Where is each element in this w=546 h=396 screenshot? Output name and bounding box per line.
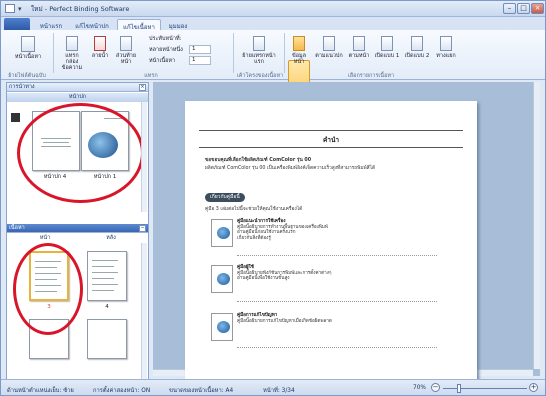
cover-layout-button[interactable]: ตามแนวปก <box>313 36 345 59</box>
page-number-icon <box>120 36 132 51</box>
insert-text-box-button[interactable]: แทรกกล่อง ข้อความ <box>59 36 85 71</box>
section-heading: เกี่ยวกับคู่มือนี้ <box>205 193 245 202</box>
watermark-button[interactable]: ลายน้ำ <box>89 36 111 59</box>
tab-home[interactable]: หน้าแรก <box>35 19 67 30</box>
highlight-circle-content <box>13 243 83 335</box>
pages-spin-input-2[interactable]: 1 <box>189 56 211 65</box>
status-page-number: หน้าที่: 3/34 <box>263 388 295 394</box>
window-title: ใหม่ - Perfect Binding Software <box>31 5 130 13</box>
pane-close-icon[interactable]: × <box>139 84 146 91</box>
status-paper-size: ขนาดของหน้าเนื้อหา: A4 <box>169 388 234 394</box>
section-subtext: คู่มือ 3 เล่มต่อไปนี้จะช่วยให้คุณใช้งานเ… <box>205 207 303 212</box>
status-bar: ด้านหน้าตำแหน่งเย็บ: ซ้าย การตั้งค่าสองห… <box>1 379 545 395</box>
single-page-icon <box>293 36 305 51</box>
text-box-icon <box>66 36 78 51</box>
insert-page-icon <box>253 36 265 51</box>
page-layout-icon <box>353 36 365 51</box>
content-pane-collapse-icon[interactable]: − <box>139 225 146 232</box>
navigation-header: การนำทาง <box>7 83 148 92</box>
content-tab-front[interactable]: หน้า <box>11 234 79 243</box>
document-title: คำนำ <box>322 136 340 144</box>
zoom-slider-thumb[interactable] <box>457 384 461 393</box>
intro-line-2: ผลิตภัณฑ์ ComColor รุ่น 00 เป็นเครื่องพิ… <box>205 166 376 171</box>
ribbon-tabs: หน้าแรก แก้ไขหน้าปก แก้ไขเนื้อหา มุมมอง <box>1 17 545 31</box>
content-scrollbar[interactable] <box>141 243 147 379</box>
fork-layout-button[interactable]: ทางแยก <box>433 36 459 59</box>
manual-3-image <box>211 313 233 341</box>
watermark-icon <box>94 36 106 51</box>
status-duplex: การตั้งค่าสองหน้า: ON <box>93 388 151 394</box>
open-type-1-icon <box>381 36 393 51</box>
title-bar: ▾ ใหม่ - Perfect Binding Software – □ × <box>1 1 545 17</box>
pages-spin-input-1[interactable]: 1 <box>189 45 211 54</box>
page-number-format-label[interactable]: ประทับหน้าที่: <box>149 35 181 43</box>
page-content-button[interactable]: หน้าเนื้อหา <box>11 36 45 60</box>
zoom-slider[interactable] <box>443 388 527 389</box>
group-label-layout: เค้าโครงของเนื้อหา <box>236 73 284 79</box>
page-icon <box>21 36 35 52</box>
minimize-button[interactable]: – <box>503 3 516 14</box>
manual-3-text: คู่มือการแก้ไขปัญหา คู่มือนี้อธิบายการแก… <box>237 313 332 324</box>
zoom-out-icon[interactable]: − <box>431 383 440 392</box>
group-label-select: เลือกรายการเนื้อหา <box>347 73 395 79</box>
maximize-button[interactable]: □ <box>517 3 530 14</box>
manual-1-text: คู่มือแนะนำการใช้เครื่อง คู่มือนี้อธิบาย… <box>237 219 328 241</box>
quick-access-dropdown-icon[interactable]: ▾ <box>18 5 22 13</box>
open-type-2-icon <box>411 36 423 51</box>
tab-edit-cover[interactable]: แก้ไขหน้าปก <box>71 19 113 30</box>
cover-scrollbar[interactable] <box>141 102 147 212</box>
close-button[interactable]: × <box>531 3 544 14</box>
content-pane-header: เนื้อหา <box>7 224 148 233</box>
open-type-1-button[interactable]: เปิดแบบ 1 <box>373 36 401 59</box>
manual-2-text: คู่มือผู้ใช้ คู่มือนี้อธิบายฟังก์ชันการพ… <box>237 265 332 281</box>
content-page-4-label: 4 <box>105 304 109 310</box>
page-layout-button[interactable]: ตามหน้า <box>347 36 371 59</box>
file-menu-button[interactable] <box>4 18 30 30</box>
tab-view[interactable]: มุมมอง <box>165 19 191 30</box>
save-icon[interactable] <box>5 4 15 13</box>
status-zoom-level: 70% <box>413 385 426 391</box>
cover-layout-icon <box>323 36 335 51</box>
insert-first-page-button[interactable]: ย้ายแทรกหน้าแรก <box>239 36 279 65</box>
ribbon: หน้าเนื้อหา แทรกกล่อง ข้อความ ลายน้ำ ส่ว… <box>1 30 545 100</box>
pages-per-sheet-label: หลายหน้าหนึ่ง <box>149 47 183 53</box>
status-binding-side: ด้านหน้าตำแหน่งเย็บ: ซ้าย <box>7 388 74 394</box>
intro-line-1: ขอขอบคุณที่เลือกใช้ผลิตภัณฑ์ ComColor รุ… <box>205 158 312 163</box>
content-page-6-thumbnail[interactable] <box>87 319 127 359</box>
tab-edit-content[interactable]: แก้ไขเนื้อหา <box>117 19 161 31</box>
content-page-count-label: หน้าเนื้อหา <box>149 58 176 64</box>
cover-back-marker <box>11 113 20 122</box>
content-tab-back[interactable]: หลัง <box>79 234 143 243</box>
fork-layout-icon <box>440 36 452 51</box>
navigation-pane: การนำทาง × หน้าปก หน้าปก 4 หน้าปก 1 เนื้… <box>6 82 149 382</box>
group-label-source: ย้ายไฟล์ต้นฉบับ <box>8 73 46 79</box>
open-type-2-button[interactable]: เปิดแบบ 2 <box>403 36 431 59</box>
single-page-layout-button[interactable]: ข้อมูลหน้า <box>289 36 309 65</box>
page-footer-button[interactable]: ส่วนท้าย หน้า <box>113 36 139 65</box>
group-label-insert: แทรก <box>144 73 158 79</box>
manual-2-image <box>211 265 233 293</box>
content-page-4-thumbnail[interactable] <box>87 251 127 301</box>
manual-1-image <box>211 219 233 247</box>
zoom-in-icon[interactable]: + <box>529 383 538 392</box>
document-vertical-scrollbar[interactable] <box>533 82 540 369</box>
cover-section-header: หน้าปก <box>7 93 148 102</box>
application-window: ▾ ใหม่ - Perfect Binding Software – □ × … <box>0 0 546 396</box>
highlight-circle-cover <box>17 103 144 203</box>
document-page: คำนำ ขอขอบคุณที่เลือกใช้ผลิตภัณฑ์ ComCol… <box>185 101 477 387</box>
